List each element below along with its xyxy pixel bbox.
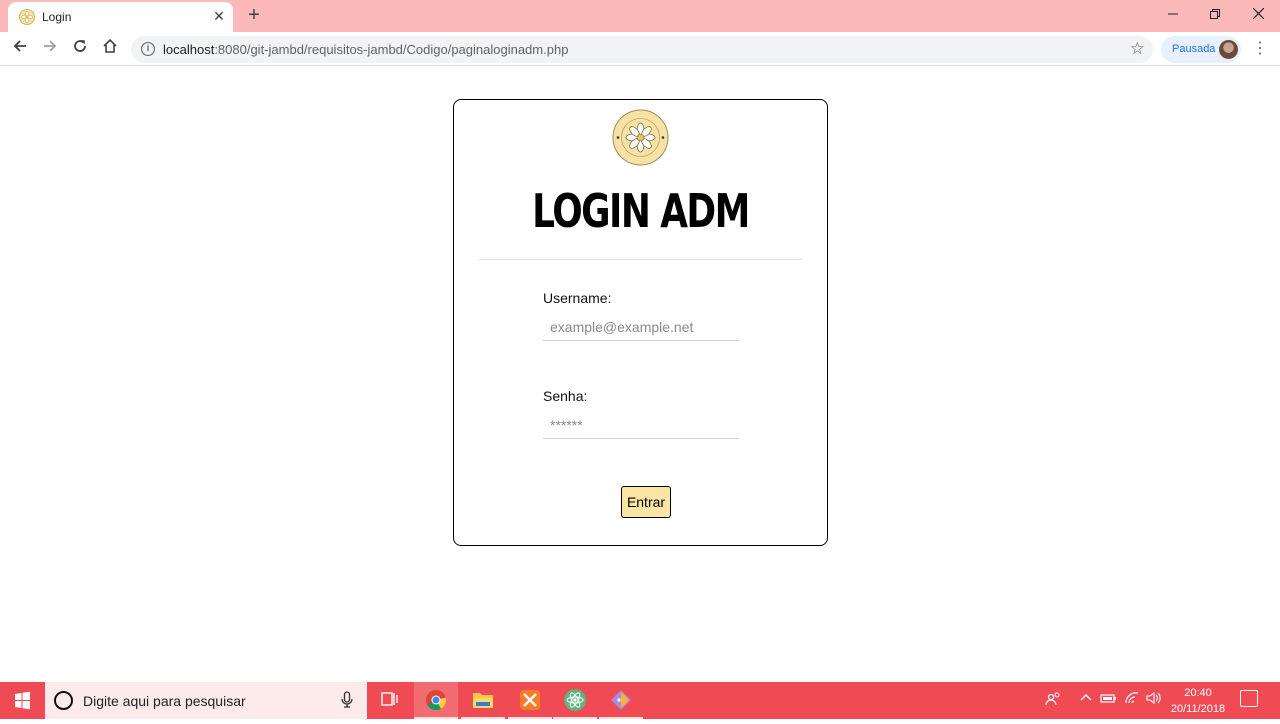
taskbar-clock[interactable]: 20:40 20/11/2018 (1168, 685, 1228, 717)
tab-close-icon[interactable]: ✕ (210, 7, 228, 25)
file-explorer-taskbar-app[interactable] (461, 682, 505, 719)
restore-button[interactable] (1192, 0, 1238, 30)
start-button[interactable] (0, 682, 45, 719)
taskbar-search[interactable]: Digite aqui para pesquisar (45, 682, 367, 719)
home-button[interactable] (98, 37, 122, 61)
taskbar: Digite aqui para pesquisar 20:40 20/11/2… (0, 682, 1280, 719)
password-label: Senha: (543, 388, 588, 404)
profile-label: Pausada (1172, 43, 1216, 55)
page-title: LOGIN ADM (532, 184, 750, 238)
back-button[interactable] (8, 37, 32, 61)
tab-title: Login (42, 10, 72, 24)
cortana-icon[interactable] (54, 691, 73, 710)
reload-button[interactable] (68, 37, 92, 61)
atom-icon (564, 689, 586, 711)
minimize-button[interactable] (1150, 0, 1196, 30)
avatar (1219, 40, 1238, 59)
address-bar[interactable]: i localhost:8080/git-jambd/requisitos-ja… (131, 36, 1153, 63)
restore-icon (1210, 9, 1220, 19)
git-taskbar-app[interactable] (599, 682, 643, 719)
minimize-icon (1168, 13, 1178, 15)
browser-toolbar: i localhost:8080/git-jambd/requisitos-ja… (0, 32, 1280, 66)
url-text[interactable]: localhost:8080/git-jambd/requisitos-jamb… (163, 42, 568, 57)
divider (479, 259, 802, 260)
atom-taskbar-app[interactable] (553, 682, 597, 719)
battery-icon[interactable] (1100, 691, 1118, 708)
username-input[interactable] (543, 313, 739, 341)
wifi-icon[interactable] (1124, 691, 1140, 708)
volume-icon[interactable] (1145, 691, 1163, 708)
browser-titlebar: Login ✕ + (0, 0, 1280, 32)
new-tab-button[interactable]: + (243, 4, 265, 26)
password-input[interactable] (543, 411, 739, 439)
flower-favicon-icon (19, 9, 35, 25)
info-icon[interactable]: i (141, 42, 155, 56)
xampp-icon (520, 690, 540, 710)
bookmark-star-icon[interactable]: ☆ (1130, 39, 1145, 59)
back-icon (13, 40, 26, 52)
chrome-icon (426, 690, 447, 711)
reload-icon (74, 40, 86, 52)
windows-logo-icon (15, 691, 30, 710)
people-icon[interactable] (1045, 691, 1061, 710)
kebab-menu-icon[interactable]: ⋮ (1250, 37, 1270, 61)
login-card: LOGIN ADM Username: Senha: Entrar (453, 99, 828, 546)
clock-date: 20/11/2018 (1170, 703, 1226, 715)
xampp-taskbar-app[interactable] (508, 682, 552, 719)
profile-button[interactable]: Pausada (1161, 36, 1241, 63)
username-label: Username: (543, 290, 612, 306)
forward-icon (44, 40, 57, 52)
git-icon (611, 690, 631, 710)
flower-logo-icon (612, 109, 669, 166)
notification-icon[interactable] (1240, 690, 1258, 707)
microphone-icon[interactable] (341, 691, 353, 709)
task-view-button[interactable] (368, 682, 412, 719)
chevron-up-icon[interactable] (1079, 691, 1093, 708)
taskbar-search-placeholder: Digite aqui para pesquisar (83, 693, 246, 709)
folder-icon (473, 693, 493, 708)
url-path: :8080/git-jambd/requisitos-jambd/Codigo/… (214, 42, 569, 57)
forward-button[interactable] (38, 37, 62, 61)
submit-button[interactable]: Entrar (621, 486, 671, 518)
home-icon (103, 38, 117, 53)
browser-tab[interactable]: Login ✕ (8, 2, 233, 32)
close-icon (1252, 7, 1264, 20)
clock-time: 20:40 (1184, 687, 1212, 699)
task-view-icon (381, 692, 398, 706)
close-window-button[interactable] (1235, 0, 1280, 30)
url-host: localhost (163, 42, 215, 57)
chrome-taskbar-app[interactable] (414, 682, 458, 719)
